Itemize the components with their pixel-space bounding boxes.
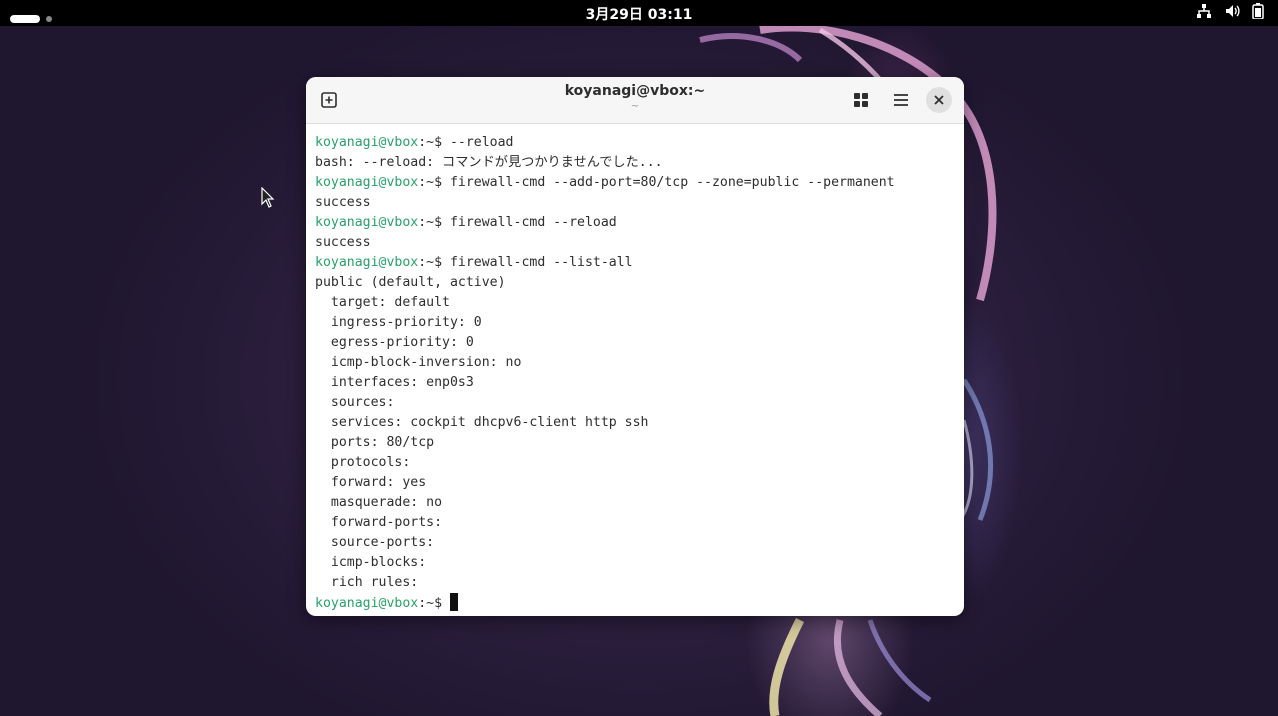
- terminal-output[interactable]: koyanagi@vbox:~$ --reload bash: --reload:…: [315, 133, 964, 616]
- terminal-output-line: ingress-priority: 0: [315, 313, 964, 333]
- terminal-output-line: rich rules:: [315, 573, 964, 593]
- clock[interactable]: 3月29日 03:11: [0, 4, 1278, 24]
- terminal-output-line: protocols:: [315, 453, 964, 473]
- output-text: forward-ports:: [315, 515, 450, 530]
- output-text: success: [315, 195, 371, 210]
- output-text: success: [315, 235, 371, 250]
- command-text: --reload: [449, 135, 514, 150]
- network-icon[interactable]: [1196, 3, 1212, 19]
- main-menu-button[interactable]: [886, 85, 916, 115]
- prompt-path: :~$: [418, 215, 450, 230]
- close-icon: [934, 95, 944, 105]
- terminal-output-line: sources:: [315, 393, 964, 413]
- terminal-output-line: target: default: [315, 293, 964, 313]
- top-bar: 3月29日 03:11: [0, 0, 1278, 26]
- terminal-prompt-line: koyanagi@vbox:~$ firewall-cmd --add-port…: [315, 173, 964, 193]
- output-text: interfaces: enp0s3: [315, 375, 474, 390]
- prompt-user-host: koyanagi@vbox: [315, 175, 419, 190]
- tab-overview-button[interactable]: [846, 85, 876, 115]
- battery-icon[interactable]: [1252, 3, 1264, 19]
- output-text: sources:: [315, 395, 403, 410]
- prompt-path: :~$: [418, 175, 450, 190]
- prompt-user-host: koyanagi@vbox: [315, 135, 419, 150]
- volume-icon[interactable]: [1224, 3, 1240, 19]
- terminal-prompt-line: koyanagi@vbox:~$ --reload: [315, 133, 964, 153]
- terminal-output-line: forward-ports:: [315, 513, 964, 533]
- terminal-output-line: icmp-block-inversion: no: [315, 353, 964, 373]
- terminal-output-line: success: [315, 233, 964, 253]
- terminal-window[interactable]: koyanagi@vbox:~ ~ koyanagi@vbox:~$ --rel…: [306, 77, 964, 616]
- hamburger-menu-icon: [894, 94, 908, 106]
- output-text: bash: --reload: コマンドが見つかりませんでした...: [315, 155, 663, 170]
- terminal-output-line: bash: --reload: コマンドが見つかりませんでした...: [315, 153, 964, 173]
- command-text: firewall-cmd --reload: [449, 215, 617, 230]
- header-bar[interactable]: koyanagi@vbox:~ ~: [306, 77, 964, 124]
- terminal-prompt-line: koyanagi@vbox:~$: [315, 593, 964, 613]
- prompt-user-host: koyanagi@vbox: [315, 215, 419, 230]
- command-text: firewall-cmd --list-all: [449, 255, 633, 270]
- terminal-output-line: egress-priority: 0: [315, 333, 964, 353]
- prompt-path: :~$: [418, 255, 450, 270]
- output-text: target: default: [315, 295, 450, 310]
- prompt-user-host: koyanagi@vbox: [315, 255, 419, 270]
- command-text: firewall-cmd --add-port=80/tcp --zone=pu…: [449, 175, 895, 190]
- terminal-output-line: icmp-blocks:: [315, 553, 964, 573]
- terminal-output-line: public (default, active): [315, 273, 964, 293]
- terminal-output-line: masquerade: no: [315, 493, 964, 513]
- output-text: ingress-priority: 0: [315, 315, 482, 330]
- output-text: rich rules:: [315, 575, 427, 590]
- terminal-prompt-line: koyanagi@vbox:~$ firewall-cmd --reload: [315, 213, 964, 233]
- terminal-output-line: source-ports:: [315, 533, 964, 553]
- output-text: services: cockpit dhcpv6-client http ssh: [315, 415, 649, 430]
- terminal-output-line: interfaces: enp0s3: [315, 373, 964, 393]
- output-text: protocols:: [315, 455, 419, 470]
- prompt-user-host: koyanagi@vbox: [315, 596, 419, 611]
- terminal-prompt-line: koyanagi@vbox:~$ firewall-cmd --list-all: [315, 253, 964, 273]
- output-text: source-ports:: [315, 535, 443, 550]
- output-text: forward: yes: [315, 475, 427, 490]
- mouse-pointer-icon: [261, 187, 275, 208]
- terminal-output-line: forward: yes: [315, 473, 964, 493]
- terminal-output-line: success: [315, 193, 964, 213]
- text-cursor: [449, 593, 458, 611]
- prompt-path: :~$: [418, 596, 450, 611]
- prompt-path: :~$: [418, 135, 450, 150]
- terminal-output-line: services: cockpit dhcpv6-client http ssh: [315, 413, 964, 433]
- output-text: egress-priority: 0: [315, 335, 474, 350]
- output-text: icmp-blocks:: [315, 555, 435, 570]
- output-text: public (default, active): [315, 275, 506, 290]
- output-text: icmp-block-inversion: no: [315, 355, 522, 370]
- output-text: masquerade: no: [315, 495, 443, 510]
- system-tray[interactable]: [1196, 3, 1264, 19]
- output-text: ports: 80/tcp: [315, 435, 435, 450]
- tab-overview-icon: [854, 93, 868, 107]
- close-button[interactable]: [926, 87, 952, 113]
- terminal-output-line: ports: 80/tcp: [315, 433, 964, 453]
